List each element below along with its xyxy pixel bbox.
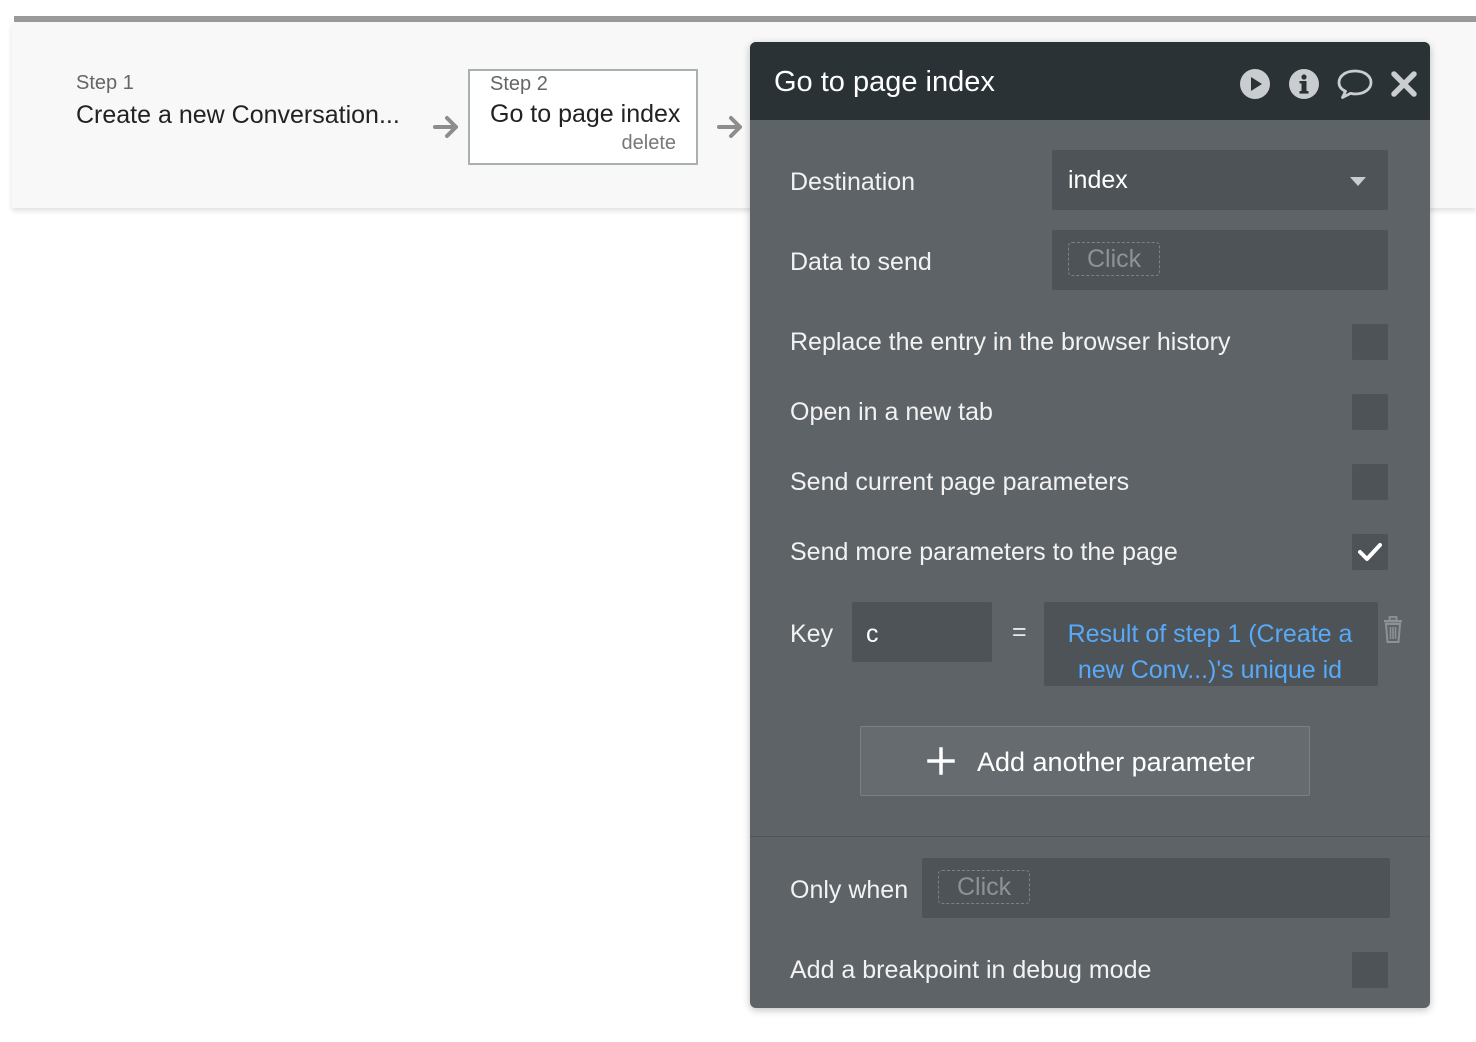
- step-2-card[interactable]: Step 2 Go to page index delete: [468, 69, 698, 165]
- plus-icon: [927, 747, 955, 775]
- panel-header: Go to page index: [750, 42, 1430, 120]
- destination-value: index: [1068, 166, 1128, 194]
- trash-icon[interactable]: [1382, 616, 1404, 644]
- step-2-label: Step 2: [490, 73, 548, 95]
- play-icon[interactable]: [1239, 68, 1271, 100]
- only-when-label: Only when: [790, 876, 909, 904]
- step-1-title: Create a new Conversation...: [76, 101, 400, 129]
- expression-line-2: new Conv...)'s unique id: [1077, 656, 1343, 684]
- send-more-params-label: Send more parameters to the page: [790, 538, 1178, 566]
- parameter-value-expression-field[interactable]: Result of step 1 (Create a new Conv...)'…: [1044, 602, 1378, 686]
- add-another-parameter-button[interactable]: Add another parameter: [860, 726, 1310, 796]
- step-2-title: Go to page index: [490, 100, 681, 128]
- delete-step-link[interactable]: delete: [622, 132, 677, 155]
- arrow-right-icon: [717, 116, 742, 138]
- section-divider: [750, 836, 1430, 837]
- replace-history-checkbox[interactable]: [1352, 324, 1388, 360]
- equals-sign: =: [1012, 618, 1027, 646]
- close-icon[interactable]: [1390, 68, 1418, 100]
- checkmark-icon: [1358, 543, 1382, 561]
- key-label: Key: [790, 620, 834, 648]
- open-new-tab-checkbox[interactable]: [1352, 394, 1388, 430]
- info-icon[interactable]: [1288, 68, 1320, 100]
- parameter-key-input[interactable]: c: [852, 602, 992, 662]
- send-more-params-checkbox[interactable]: [1352, 534, 1388, 570]
- comment-icon[interactable]: [1336, 68, 1374, 100]
- data-to-send-label: Data to send: [790, 248, 932, 276]
- data-to-send-click-placeholder[interactable]: Click: [1068, 242, 1161, 276]
- action-property-panel: Go to page index Destination index Data …: [750, 42, 1430, 1008]
- open-new-tab-label: Open in a new tab: [790, 398, 993, 426]
- step-1-card[interactable]: Step 1 Create a new Conversation...: [76, 72, 400, 130]
- chevron-down-icon: [1350, 177, 1366, 186]
- data-to-send-field[interactable]: Click: [1052, 230, 1388, 290]
- parameter-value-expression[interactable]: Result of step 1 (Create a new Conv...)'…: [1050, 616, 1370, 688]
- parameter-key-value: c: [866, 620, 879, 648]
- breakpoint-checkbox[interactable]: [1352, 952, 1388, 988]
- arrow-right-icon: [433, 116, 458, 138]
- add-another-parameter-label: Add another parameter: [977, 747, 1255, 777]
- only-when-click-placeholder[interactable]: Click: [938, 870, 1031, 904]
- destination-label: Destination: [790, 168, 916, 196]
- destination-dropdown[interactable]: index: [1052, 150, 1388, 210]
- panel-title: Go to page index: [774, 66, 995, 98]
- send-current-params-checkbox[interactable]: [1352, 464, 1388, 500]
- expression-line-1: Result of step 1 (Create a: [1067, 620, 1353, 648]
- only-when-field[interactable]: Click: [922, 858, 1390, 918]
- breakpoint-label: Add a breakpoint in debug mode: [790, 956, 1152, 984]
- step-1-label: Step 1: [76, 72, 134, 94]
- replace-history-label: Replace the entry in the browser history: [790, 328, 1231, 356]
- send-current-params-label: Send current page parameters: [790, 468, 1130, 496]
